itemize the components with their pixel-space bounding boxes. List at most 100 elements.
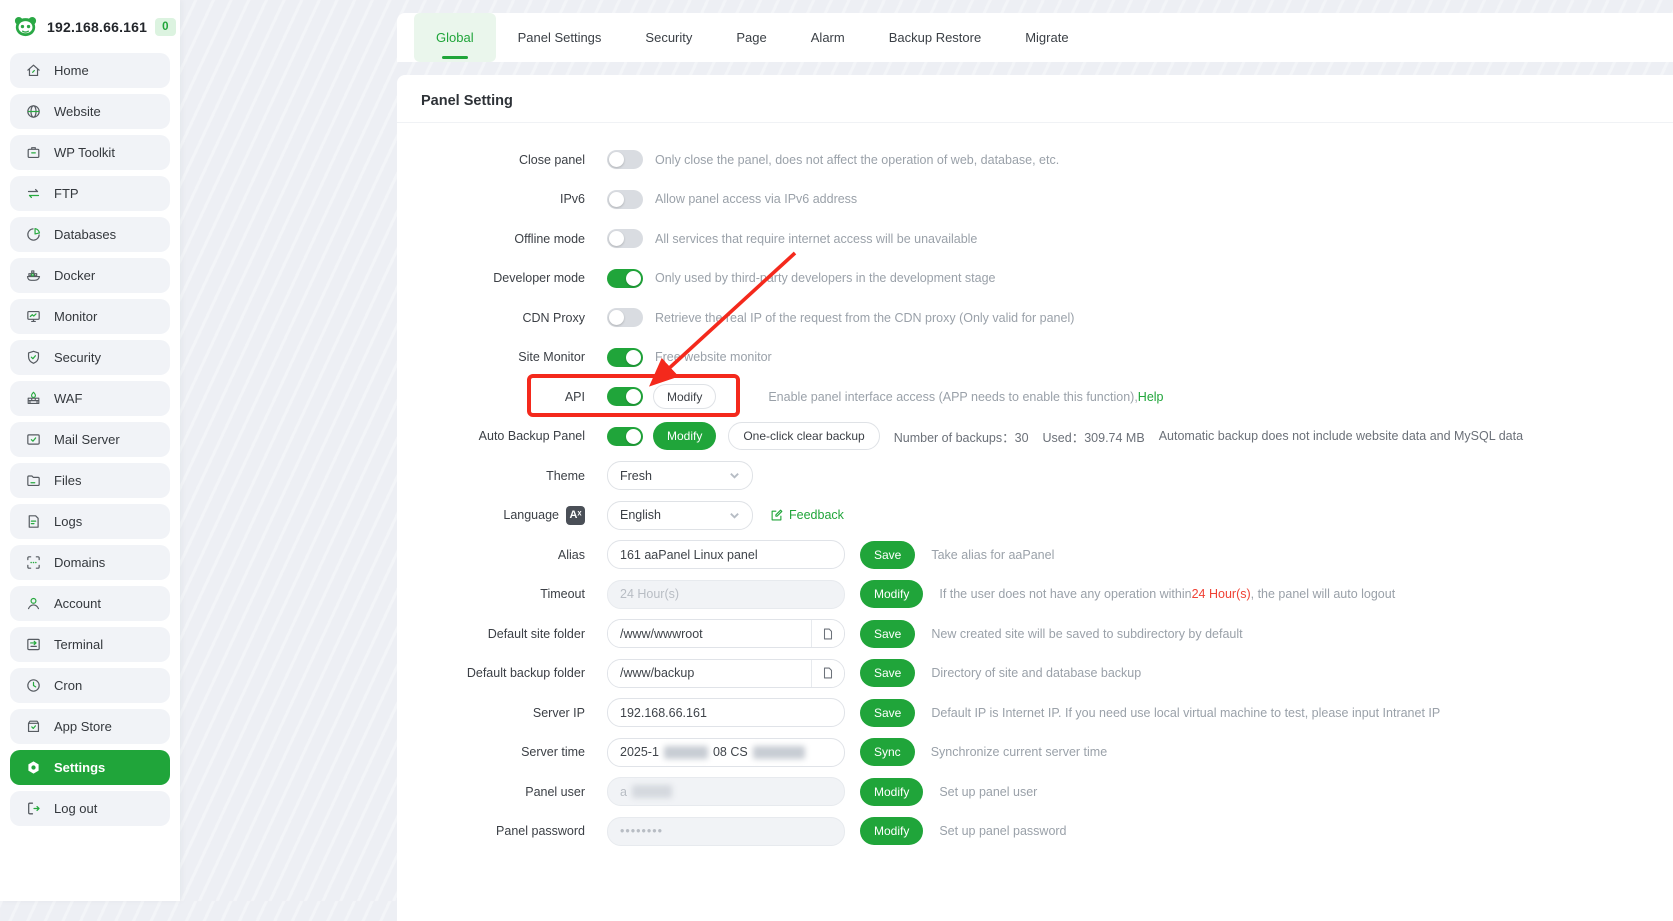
row-developer-mode: Developer mode Only used by third-party … — [397, 259, 1673, 299]
sidebar-nav: Home Website WP Toolkit FTP Databases Do… — [10, 53, 170, 826]
brand: 192.168.66.161 0 — [10, 10, 176, 49]
panel-user-modify-button[interactable]: Modify — [860, 777, 924, 806]
sidebar-item-website[interactable]: Website — [10, 94, 170, 129]
sidebar-item-wp-toolkit[interactable]: WP Toolkit — [10, 135, 170, 170]
theme-select[interactable]: Fresh — [607, 461, 753, 491]
row-close-panel: Close panel Only close the panel, does n… — [397, 140, 1673, 180]
sidebar-item-monitor[interactable]: Monitor — [10, 299, 170, 334]
server-time-input[interactable]: 2025-1 08 CS — [607, 737, 845, 767]
sidebar-item-label: Databases — [54, 227, 117, 242]
redacted-blur — [663, 745, 708, 759]
ipv6-toggle[interactable] — [607, 189, 643, 209]
sidebar-item-label: Logs — [54, 514, 83, 529]
site-folder-save-button[interactable]: Save — [860, 619, 916, 648]
tab-label: Backup Restore — [888, 30, 982, 45]
message-count-badge[interactable]: 0 — [155, 17, 176, 36]
server-ip-save-button[interactable]: Save — [860, 698, 916, 727]
domains-icon — [24, 554, 42, 572]
tab-panel-settings[interactable]: Panel Settings — [496, 13, 624, 62]
sidebar-item-account[interactable]: Account — [10, 586, 170, 621]
alias-input[interactable] — [607, 540, 845, 570]
backup-folder-input[interactable] — [608, 659, 811, 687]
timeout-input[interactable] — [607, 579, 845, 609]
tab-label: Security — [645, 30, 693, 45]
aapanel-logo — [14, 17, 37, 37]
tab-alarm[interactable]: Alarm — [789, 13, 867, 62]
sidebar-item-logs[interactable]: Logs — [10, 504, 170, 539]
sidebar-item-terminal[interactable]: Terminal — [10, 627, 170, 662]
sidebar-item-label: App Store — [54, 719, 112, 734]
sidebar-item-files[interactable]: Files — [10, 463, 170, 498]
api-toggle[interactable] — [607, 387, 643, 407]
backup-folder-save-button[interactable]: Save — [860, 659, 916, 688]
feedback-icon — [771, 509, 783, 521]
sidebar-item-log-out[interactable]: Log out — [10, 791, 170, 826]
language-select[interactable]: English — [607, 500, 753, 530]
auto-backup-label: Auto Backup Panel — [478, 429, 585, 444]
site-folder-label: Default site folder — [487, 626, 585, 641]
offline-mode-label: Offline mode — [514, 231, 585, 246]
row-language: Language Aˣ English Feedback — [397, 496, 1673, 536]
developer-mode-toggle[interactable] — [607, 268, 643, 288]
sidebar-item-label: Mail Server — [54, 432, 120, 447]
tab-global[interactable]: Global — [414, 13, 496, 62]
sidebar-item-label: Settings — [54, 760, 106, 775]
sidebar-item-label: Cron — [54, 678, 83, 693]
monitor-icon — [24, 308, 42, 326]
site-folder-browse-button[interactable] — [811, 620, 844, 648]
api-modify-button[interactable]: Modify — [653, 384, 717, 410]
redacted-blur — [631, 785, 672, 799]
backup-folder-browse-button[interactable] — [811, 659, 844, 687]
sidebar-item-mail-server[interactable]: Mail Server — [10, 422, 170, 457]
cdn-proxy-toggle[interactable] — [607, 308, 643, 328]
sidebar-item-ftp[interactable]: FTP — [10, 176, 170, 211]
sidebar-item-label: WP Toolkit — [54, 145, 115, 160]
logs-icon — [24, 513, 42, 531]
server-time-label: Server time — [521, 745, 585, 760]
api-help-link[interactable]: Help — [1138, 390, 1164, 404]
timeout-modify-button[interactable]: Modify — [860, 580, 924, 609]
row-panel-user: Panel user a Modify Set up panel user — [397, 772, 1673, 812]
sidebar-item-app-store[interactable]: App Store — [10, 709, 170, 744]
sidebar-item-security[interactable]: Security — [10, 340, 170, 375]
alias-save-button[interactable]: Save — [860, 540, 916, 569]
server-time-sync-button[interactable]: Sync — [860, 738, 915, 767]
offline-mode-desc: All services that require internet acces… — [655, 231, 978, 246]
sidebar-item-settings[interactable]: Settings — [10, 750, 170, 785]
panel-password-modify-button[interactable]: Modify — [860, 817, 924, 846]
sidebar-item-home[interactable]: Home — [10, 53, 170, 88]
cdn-proxy-label: CDN Proxy — [522, 310, 585, 325]
sidebar-item-label: Account — [54, 596, 101, 611]
wp-toolkit-icon — [24, 144, 42, 162]
tab-migrate[interactable]: Migrate — [1003, 13, 1090, 62]
tab-label: Panel Settings — [517, 30, 602, 45]
sidebar-item-waf[interactable]: WAF — [10, 381, 170, 416]
api-desc: Enable panel interface access (APP needs… — [768, 389, 1164, 404]
clear-backup-button[interactable]: One-click clear backup — [728, 422, 880, 451]
alias-label: Alias — [557, 547, 585, 562]
panel-password-input[interactable] — [607, 816, 845, 846]
row-ipv6: IPv6 Allow panel access via IPv6 address — [397, 180, 1673, 220]
panel-user-input[interactable]: a — [607, 777, 845, 807]
server-ip-input[interactable] — [607, 698, 845, 728]
sidebar-item-domains[interactable]: Domains — [10, 545, 170, 580]
cdn-proxy-desc: Retrieve the real IP of the request from… — [655, 310, 1075, 325]
row-alias: Alias Save Take alias for aaPanel — [397, 535, 1673, 575]
auto-backup-toggle[interactable] — [607, 426, 643, 446]
sidebar-item-label: Log out — [54, 801, 98, 816]
tab-backup-restore[interactable]: Backup Restore — [867, 13, 1004, 62]
site-monitor-toggle[interactable] — [607, 347, 643, 367]
auto-backup-modify-button[interactable]: Modify — [653, 422, 717, 451]
tab-security[interactable]: Security — [623, 13, 714, 62]
sidebar-item-cron[interactable]: Cron — [10, 668, 170, 703]
tab-page[interactable]: Page — [714, 13, 788, 62]
feedback-link[interactable]: Feedback — [769, 508, 844, 523]
close-panel-toggle[interactable] — [607, 150, 643, 170]
sidebar-item-databases[interactable]: Databases — [10, 217, 170, 252]
sidebar-item-docker[interactable]: Docker — [10, 258, 170, 293]
sidebar-item-label: Security — [54, 350, 101, 365]
site-folder-input[interactable] — [608, 620, 811, 648]
offline-mode-toggle[interactable] — [607, 229, 643, 249]
server-ip-title: 192.168.66.161 — [47, 18, 148, 35]
panel-user-desc: Set up panel user — [939, 784, 1038, 799]
